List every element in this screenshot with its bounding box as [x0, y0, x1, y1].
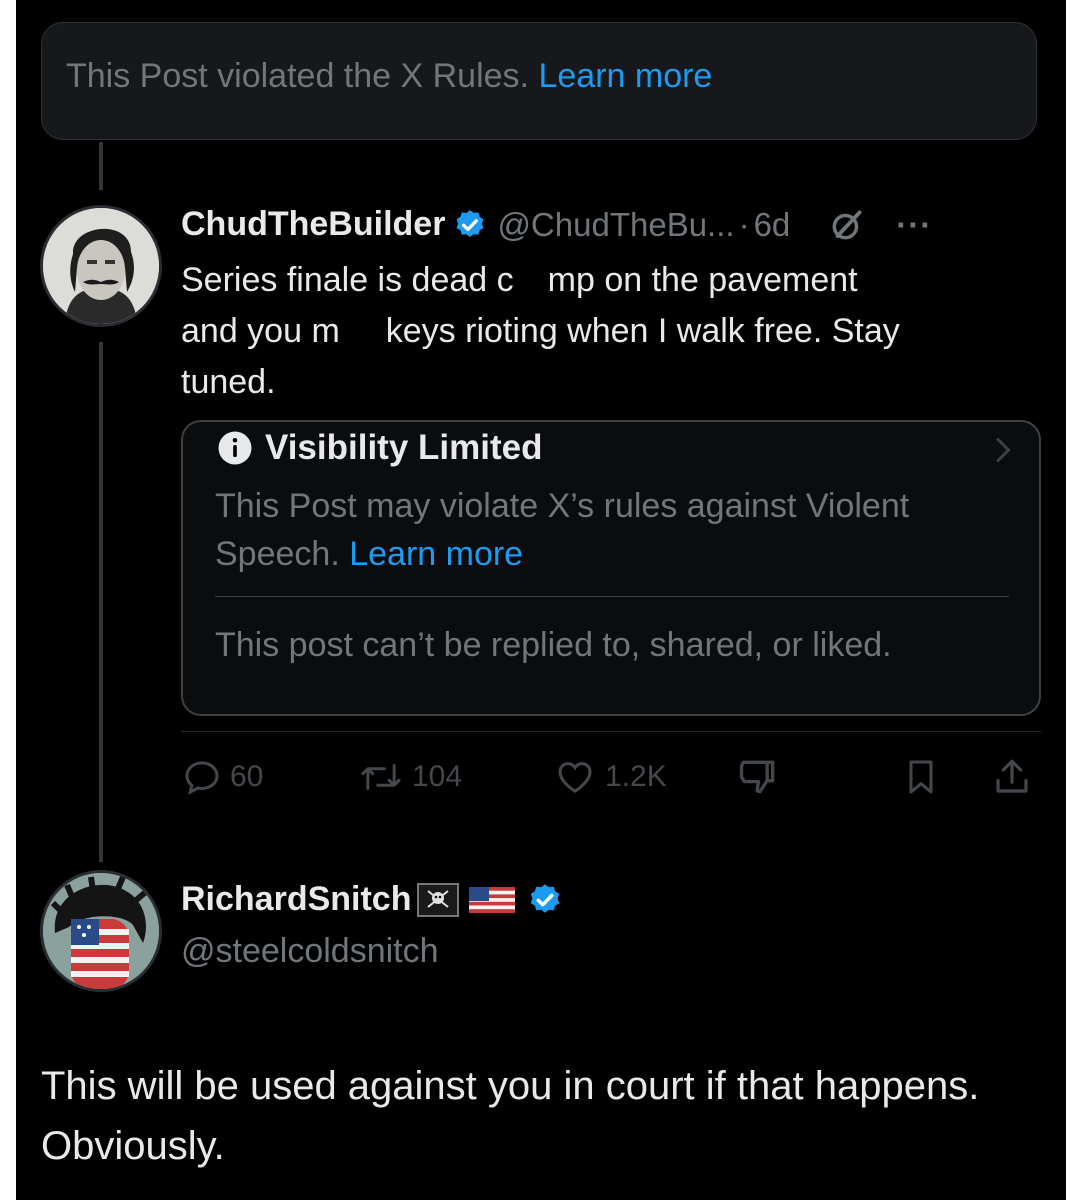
thread-line	[99, 342, 103, 862]
display-name-2[interactable]: RichardSnitch	[181, 880, 411, 919]
visibility-title-row: Visibility Limited	[217, 428, 542, 468]
reply-icon	[185, 761, 219, 795]
reply-button[interactable]: 60	[182, 755, 263, 799]
post-text-line3: tuned.	[181, 363, 276, 401]
learn-more-link[interactable]: Learn more	[538, 57, 712, 95]
visibility-note: This post can’t be replied to, shared, o…	[215, 626, 892, 664]
divider	[181, 731, 1041, 732]
bookmark-button[interactable]	[901, 755, 949, 799]
visibility-description: This Post may violate X’s rules against …	[215, 482, 935, 578]
post-thread-screen: This Post violated the X Rules. Learn mo…	[16, 0, 1066, 1200]
share-button[interactable]	[991, 755, 1041, 799]
post2-header: RichardSnitch	[181, 880, 563, 919]
avatar-flag-face-icon	[43, 873, 159, 989]
violated-rules-banner: This Post violated the X Rules. Learn mo…	[41, 22, 1037, 140]
grok-slash-icon[interactable]	[828, 206, 866, 244]
us-flag-icon	[469, 886, 516, 913]
post-text-line1a: Series finale is dead c	[181, 261, 514, 299]
info-icon	[218, 431, 252, 465]
handle[interactable]: @ChudTheBu...	[497, 206, 734, 244]
share-icon	[996, 759, 1028, 793]
post-text-line1b: mp on the pavement	[547, 261, 858, 299]
violated-text: This Post violated the X Rules.	[66, 57, 530, 95]
visibility-limited-card[interactable]: Visibility Limited This Post may violate…	[181, 420, 1041, 716]
like-icon	[558, 762, 592, 793]
repost-count: 104	[412, 760, 463, 793]
bookmark-icon	[909, 760, 933, 794]
visibility-title: Visibility Limited	[265, 428, 543, 467]
avatar-portrait-icon	[43, 208, 159, 324]
separator-dot: ·	[738, 205, 750, 243]
post2-text: This will be used against you in court i…	[41, 1064, 980, 1168]
handle-2[interactable]: @steelcoldsnitch	[181, 932, 439, 971]
verified-badge-icon	[456, 209, 484, 237]
dislike-button[interactable]	[736, 755, 788, 799]
repost-icon	[361, 764, 401, 790]
display-name[interactable]: ChudTheBuilder	[181, 205, 445, 244]
like-count: 1.2K	[605, 760, 667, 793]
thread-line-top	[99, 142, 103, 190]
repost-button[interactable]: 104	[358, 755, 462, 799]
visibility-desc-text: This Post may violate X’s rules against …	[215, 487, 910, 573]
post-age[interactable]: 6d	[754, 206, 791, 244]
verified-badge-icon	[531, 883, 560, 913]
post-text-line2b: keys rioting when I walk free. Stay	[385, 312, 900, 350]
post-text: Series finale is dead c mp on the pavemen…	[181, 255, 1031, 408]
chevron-right-icon[interactable]	[991, 432, 1017, 468]
like-button[interactable]: 1.2K	[553, 755, 667, 799]
dislike-icon	[739, 760, 775, 794]
chud-avatar[interactable]	[40, 205, 162, 327]
learn-more-link-2[interactable]: Learn more	[349, 535, 523, 573]
post-text-line2a: and you m	[181, 312, 340, 350]
more-icon[interactable]: ···	[896, 206, 932, 244]
post-header: ChudTheBuilder @ChudTheBu... · 6d ···	[181, 205, 932, 244]
divider	[215, 596, 1009, 597]
reply-count: 60	[230, 760, 264, 793]
pirate-flag-icon	[417, 882, 460, 917]
richard-avatar[interactable]	[40, 870, 162, 992]
